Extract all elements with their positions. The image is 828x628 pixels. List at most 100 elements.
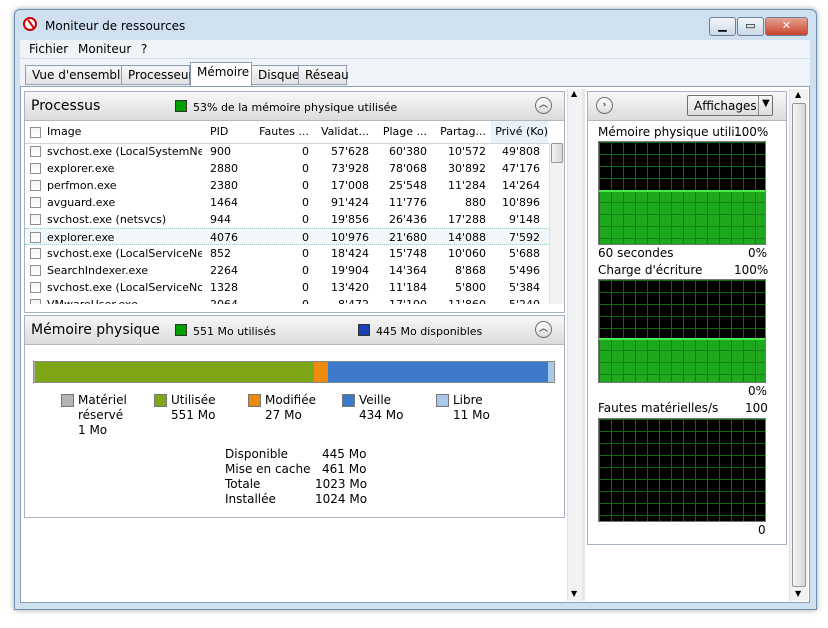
cell-working-set: 60'380: [388, 145, 427, 158]
chevron-up-icon: ︿: [538, 324, 548, 334]
column-shareable[interactable]: Partag...: [434, 125, 486, 138]
pane-splitter[interactable]: [582, 89, 585, 601]
table-row[interactable]: explorer.exe 4076 0 10'976 21'680 14'088 7'592: [25, 228, 549, 245]
process-scrollbar-thumb[interactable]: [551, 143, 563, 163]
cell-private: 47'176: [501, 162, 540, 175]
tab-disk[interactable]: Disque: [251, 65, 299, 85]
cell-hard-faults: 0: [302, 281, 309, 294]
cell-working-set: 26'436: [388, 213, 427, 226]
scroll-down-icon[interactable]: ▼: [795, 589, 801, 598]
select-all-checkbox[interactable]: [30, 127, 41, 138]
column-pid[interactable]: PID: [210, 125, 250, 138]
cell-commit: 57'628: [330, 145, 369, 158]
table-row[interactable]: avguard.exe 1464 0 91'424 11'776 880 10'896: [25, 194, 549, 211]
title-bar[interactable]: Moniteur de ressources ▁ ▭ ✕: [15, 10, 816, 40]
cell-commit: 17'008: [330, 179, 369, 192]
cell-image: perfmon.exe: [47, 179, 117, 192]
row-checkbox[interactable]: [30, 299, 41, 304]
available-memory-status: 445 Mo disponibles: [358, 324, 482, 338]
graph-write-load-fill: [599, 338, 765, 382]
row-checkbox[interactable]: [30, 232, 41, 243]
collapse-graphs-button[interactable]: ›: [596, 97, 613, 114]
cell-private: 9'148: [508, 213, 540, 226]
legend-swatch-reserved: [61, 394, 74, 407]
graph-hard-faults-min: 0: [758, 523, 766, 537]
stat-total-value: 1023 Mo: [315, 477, 368, 491]
cell-pid: 1328: [210, 281, 238, 294]
physical-memory-header[interactable]: Mémoire physique 551 Mo utilisés 445 Mo …: [25, 316, 564, 345]
graph-write-load: [598, 279, 766, 383]
cell-hard-faults: 0: [302, 162, 309, 175]
cell-shareable: 880: [465, 196, 486, 209]
row-checkbox[interactable]: [30, 282, 41, 293]
graph-hard-faults-max: 100: [745, 401, 768, 415]
cell-shareable: 11'284: [447, 179, 486, 192]
cell-image: explorer.exe: [47, 162, 115, 175]
graphs-scrollbar[interactable]: ▲ ▼: [789, 89, 808, 601]
menu-help[interactable]: ?: [141, 42, 147, 56]
views-dropdown-button[interactable]: Affichages ▼: [687, 95, 773, 116]
chevron-right-icon: ›: [602, 100, 607, 110]
row-checkbox[interactable]: [30, 146, 41, 157]
scroll-up-icon[interactable]: ▲: [795, 90, 801, 99]
cell-image: explorer.exe: [47, 231, 115, 244]
tab-strip: Vue d'ensemble Processeur Mémoire Disque…: [20, 59, 810, 87]
processes-header[interactable]: Processus 53% de la mémoire physique uti…: [25, 92, 564, 121]
graphs-scrollbar-thumb[interactable]: [792, 103, 806, 587]
resource-monitor-window: Moniteur de ressources ▁ ▭ ✕ Fichier Mon…: [14, 9, 817, 610]
stat-cached-label: Mise en cache: [225, 462, 311, 476]
maximize-button[interactable]: ▭: [737, 17, 764, 36]
table-row[interactable]: SearchIndexer.exe 2264 0 19'904 14'364 8'868 5…: [25, 262, 549, 279]
stat-installed-label: Installée: [225, 492, 276, 506]
cell-commit: 19'856: [330, 213, 369, 226]
cell-working-set: 14'364: [388, 264, 427, 277]
menu-fichier[interactable]: Fichier: [29, 42, 68, 56]
minimize-button[interactable]: ▁: [709, 17, 736, 36]
cell-pid: 1464: [210, 196, 238, 209]
table-row[interactable]: svchost.exe (LocalServiceNo... 1328 0 13'42…: [25, 279, 549, 296]
row-checkbox[interactable]: [30, 197, 41, 208]
tab-processor[interactable]: Processeur: [121, 65, 193, 85]
table-row[interactable]: svchost.exe (LocalServiceNet... 852 0 18'42…: [25, 245, 549, 262]
stat-available-value: 445 Mo: [322, 447, 367, 461]
table-row[interactable]: VMwareUser.exe 2064 0 8'472 17'100 11'860 5'24…: [25, 296, 549, 304]
collapse-processes-button[interactable]: ︿: [535, 97, 552, 114]
memory-usage-bar: [33, 361, 555, 383]
row-checkbox[interactable]: [30, 265, 41, 276]
cell-commit: 18'424: [330, 247, 369, 260]
cell-pid: 2064: [210, 298, 250, 304]
tab-overview[interactable]: Vue d'ensemble: [25, 65, 128, 85]
cell-pid: 2264: [210, 264, 238, 277]
left-pane-scrollbar[interactable]: ▲ ▼: [567, 89, 582, 601]
table-row[interactable]: svchost.exe (LocalSystemNet... 900 0 57'628…: [25, 143, 549, 160]
table-row[interactable]: svchost.exe (netsvcs) 944 0 19'856 26'436 17'…: [25, 211, 549, 228]
menu-moniteur[interactable]: Moniteur: [78, 42, 131, 56]
table-row[interactable]: perfmon.exe 2380 0 17'008 25'548 11'284 14'264: [25, 177, 549, 194]
physical-memory-title: Mémoire physique: [31, 322, 160, 338]
row-checkbox[interactable]: [30, 180, 41, 191]
column-private[interactable]: Privé (Ko): [491, 121, 548, 143]
table-row[interactable]: explorer.exe 2880 0 73'928 78'068 30'892 47'17…: [25, 160, 549, 177]
row-checkbox[interactable]: [30, 214, 41, 225]
column-working-set[interactable]: Plage ...: [375, 125, 427, 138]
row-checkbox[interactable]: [30, 163, 41, 174]
cell-pid: 852: [210, 247, 231, 260]
column-commit[interactable]: Validat...: [317, 125, 369, 138]
collapse-memory-button[interactable]: ︿: [535, 321, 552, 338]
column-image[interactable]: Image: [47, 125, 197, 138]
process-scrollbar[interactable]: [549, 143, 564, 304]
legend-swatch-standby: [342, 394, 355, 407]
cell-shareable: 14'088: [447, 231, 486, 244]
legend-used: Utilisée 551 Mo: [171, 393, 216, 422]
used-memory-status: 551 Mo utilisés: [175, 324, 276, 338]
cell-working-set: 11'184: [388, 281, 427, 294]
close-button[interactable]: ✕: [765, 17, 808, 36]
processes-title: Processus: [31, 98, 101, 114]
tab-memory[interactable]: Mémoire: [190, 62, 252, 86]
memory-tab-content: Processus 53% de la mémoire physique uti…: [20, 86, 810, 603]
column-hard-faults[interactable]: Fautes ...: [257, 125, 309, 138]
tab-network[interactable]: Réseau: [298, 65, 349, 85]
row-checkbox[interactable]: [30, 248, 41, 259]
scroll-up-icon[interactable]: ▲: [571, 89, 577, 98]
scroll-down-icon[interactable]: ▼: [571, 589, 577, 598]
